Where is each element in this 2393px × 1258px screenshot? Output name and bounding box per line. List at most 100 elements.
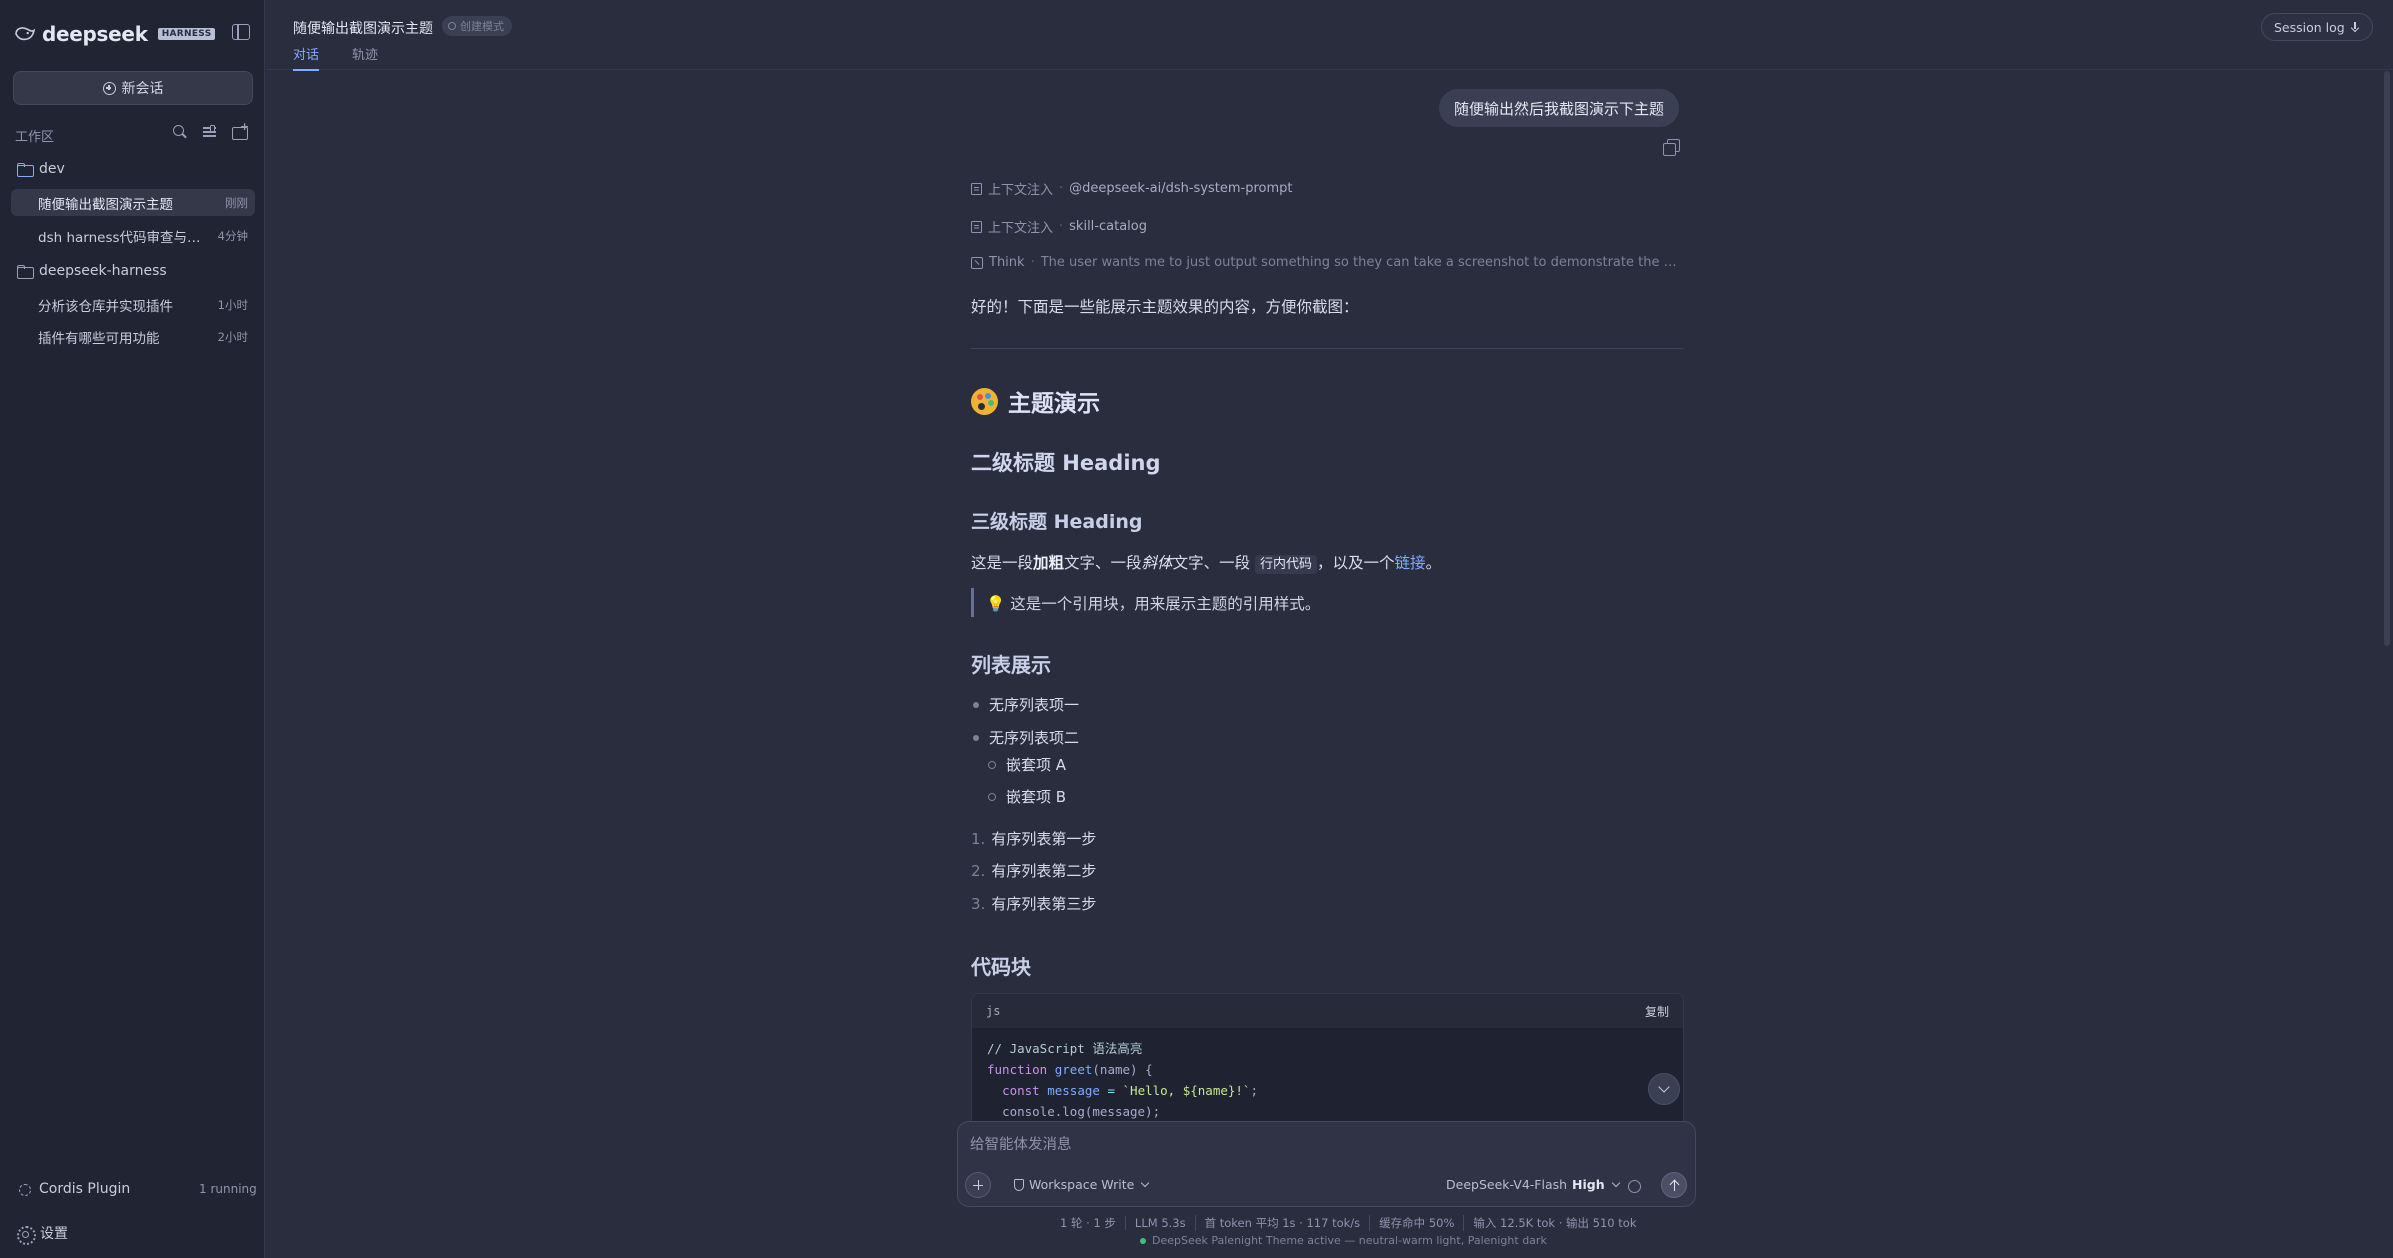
trace-separator: · bbox=[1030, 255, 1035, 270]
trace-think[interactable]: Think · The user wants me to just output… bbox=[971, 255, 1681, 270]
trace-item[interactable]: 上下文注入 · skill-catalog bbox=[971, 217, 1147, 236]
paragraph: 这是一段加粗文字、一段斜体文字、一段 行内代码 ，以及一个链接。 bbox=[971, 551, 1442, 574]
copy-icon[interactable] bbox=[1663, 139, 1680, 156]
deepseek-whale-icon bbox=[15, 27, 36, 41]
conversation-time: 2小时 bbox=[217, 329, 248, 344]
status-bar: 1 轮 · 1 步 LLM 5.3s 首 token 平均 1s · 117 t… bbox=[1051, 1215, 1646, 1231]
trace-kind: Think bbox=[989, 255, 1025, 270]
link[interactable]: 链接 bbox=[1395, 554, 1426, 572]
trace-separator: · bbox=[1059, 181, 1064, 196]
list-item: 无序列表项二 bbox=[971, 727, 1079, 748]
new-chat-button[interactable]: 新会话 bbox=[13, 71, 253, 105]
code-keyword: function bbox=[987, 1062, 1048, 1077]
trace-separator: · bbox=[1059, 219, 1064, 234]
nested-list-item: 嵌套项 B bbox=[988, 786, 1066, 807]
trace-value: skill-catalog bbox=[1069, 219, 1147, 234]
effort-level: High bbox=[1572, 1177, 1605, 1192]
shield-icon bbox=[1014, 1178, 1024, 1191]
brand-badge: HARNESS bbox=[157, 28, 216, 40]
conversation-item[interactable]: dsh harness代码审查与Web... 4分钟 bbox=[11, 222, 255, 249]
folder-deepseek-harness[interactable]: deepseek-harness bbox=[17, 263, 167, 279]
theme-status: DeepSeek Palenight Theme active — neutra… bbox=[1140, 1234, 1547, 1247]
ordered-num: 3. bbox=[971, 894, 986, 913]
para-text: 文字、一段 bbox=[1172, 554, 1251, 572]
session-log-button[interactable]: Session log bbox=[2261, 13, 2373, 41]
chevron-down-icon bbox=[1611, 1178, 1620, 1188]
tab-chat[interactable]: 对话 bbox=[293, 44, 320, 71]
scrollbar[interactable] bbox=[2384, 71, 2390, 646]
chevron-down-icon bbox=[1141, 1178, 1150, 1188]
conversation-item[interactable]: 分析该仓库并实现插件 1小时 bbox=[11, 291, 255, 318]
brand[interactable]: deepseek HARNESS bbox=[14, 22, 216, 46]
ordered-text: 有序列表第三步 bbox=[991, 895, 1097, 913]
trace-kind: 上下文注入 bbox=[988, 221, 1054, 236]
gear-icon bbox=[17, 1225, 36, 1245]
assistant-intro: 好的！下面是一些能展示主题效果的内容，方便你截图： bbox=[971, 298, 1359, 316]
plus-circle-icon bbox=[102, 81, 116, 95]
model-select[interactable]: DeepSeek-V4-Flash High bbox=[1446, 1177, 1620, 1192]
code-text: (name) { bbox=[1092, 1062, 1153, 1077]
folder-dev[interactable]: dev bbox=[17, 161, 65, 177]
trace-value: The user wants me to just output somethi… bbox=[1040, 255, 1681, 270]
header: 随便输出截图演示主题 创建模式 对话 轨迹 Session log bbox=[266, 0, 2393, 71]
list-item: 无序列表项一 bbox=[971, 694, 1079, 715]
nested-list-item: 嵌套项 A bbox=[988, 754, 1066, 775]
context-ring-icon[interactable] bbox=[1628, 1180, 1641, 1193]
new-chat-label: 新会话 bbox=[121, 81, 164, 97]
folder-name: dev bbox=[39, 161, 65, 177]
settings-button[interactable]: 设置 bbox=[17, 1223, 68, 1245]
ordered-item: 1. 有序列表第一步 bbox=[971, 828, 1096, 849]
status-cache: 缓存命中 50% bbox=[1369, 1215, 1463, 1231]
add-folder-icon[interactable] bbox=[232, 120, 249, 140]
send-button[interactable] bbox=[1661, 1172, 1687, 1198]
divider bbox=[971, 348, 1684, 349]
workspace-label: 工作区 bbox=[15, 130, 55, 145]
message-input[interactable] bbox=[970, 1134, 1680, 1156]
attach-button[interactable] bbox=[965, 1172, 991, 1198]
sidebar: deepseek HARNESS 新会话 工作区 dev 随便输出截图演示主题 … bbox=[0, 0, 265, 1258]
heading-code: 代码块 bbox=[971, 955, 1031, 979]
code-operator: = bbox=[1107, 1083, 1115, 1098]
palette-icon bbox=[971, 387, 998, 415]
page-title: 随便输出截图演示主题 bbox=[293, 21, 433, 37]
code-header: js 复制 bbox=[972, 994, 1683, 1028]
download-icon bbox=[2351, 21, 2360, 33]
conversation-time: 1小时 bbox=[217, 297, 248, 312]
para-text: ，以及一个 bbox=[1317, 554, 1395, 572]
folder-icon bbox=[17, 265, 34, 279]
status-dot-icon bbox=[1140, 1237, 1146, 1244]
search-icon[interactable] bbox=[172, 124, 188, 140]
plugin-icon bbox=[17, 1182, 31, 1196]
code-text: console.log(message); bbox=[1002, 1104, 1161, 1119]
code-text: ; bbox=[1250, 1083, 1258, 1098]
ordered-num: 1. bbox=[971, 829, 986, 848]
workspace-mode-select[interactable]: Workspace Write bbox=[1014, 1177, 1150, 1192]
italic-text: 斜体 bbox=[1141, 554, 1173, 572]
status-llm: LLM 5.3s bbox=[1124, 1216, 1195, 1230]
ordered-item: 3. 有序列表第三步 bbox=[971, 893, 1096, 914]
document-icon bbox=[971, 182, 982, 195]
code-language: js bbox=[986, 1004, 1001, 1018]
scroll-down-button[interactable] bbox=[1648, 1073, 1680, 1105]
conversation-item[interactable]: 随便输出截图演示主题 刚刚 bbox=[11, 189, 255, 216]
tab-trace[interactable]: 轨迹 bbox=[352, 44, 378, 69]
ordered-num: 2. bbox=[971, 861, 986, 880]
code-comment: // JavaScript 语法高亮 bbox=[987, 1041, 1143, 1056]
filter-icon[interactable] bbox=[202, 124, 218, 140]
mode-icon bbox=[448, 22, 456, 30]
inline-code: 行内代码 bbox=[1255, 555, 1318, 574]
heading-2: 二级标题 Heading bbox=[971, 451, 1161, 475]
para-text: 。 bbox=[1425, 554, 1442, 572]
conversation-item[interactable]: 插件有哪些可用功能 2小时 bbox=[11, 323, 255, 350]
code-copy-button[interactable]: 复制 bbox=[1645, 1003, 1669, 1020]
sidebar-toggle-icon[interactable] bbox=[232, 24, 250, 40]
composer: Workspace Write DeepSeek-V4-Flash High bbox=[957, 1121, 1696, 1207]
code-string: `Hello, ${name}!` bbox=[1122, 1083, 1251, 1098]
ordered-text: 有序列表第二步 bbox=[991, 862, 1097, 880]
status-io: 输入 12.5K tok · 输出 510 tok bbox=[1463, 1215, 1645, 1231]
bold-text: 加粗 bbox=[1033, 554, 1065, 572]
trace-item[interactable]: 上下文注入 · @deepseek-ai/dsh-system-prompt bbox=[971, 179, 1293, 198]
conversation-title: dsh harness代码审查与Web... bbox=[38, 229, 213, 246]
status-token: 首 token 平均 1s · 117 tok/s bbox=[1194, 1215, 1370, 1231]
plugin-button[interactable]: Cordis Plugin bbox=[17, 1181, 130, 1197]
